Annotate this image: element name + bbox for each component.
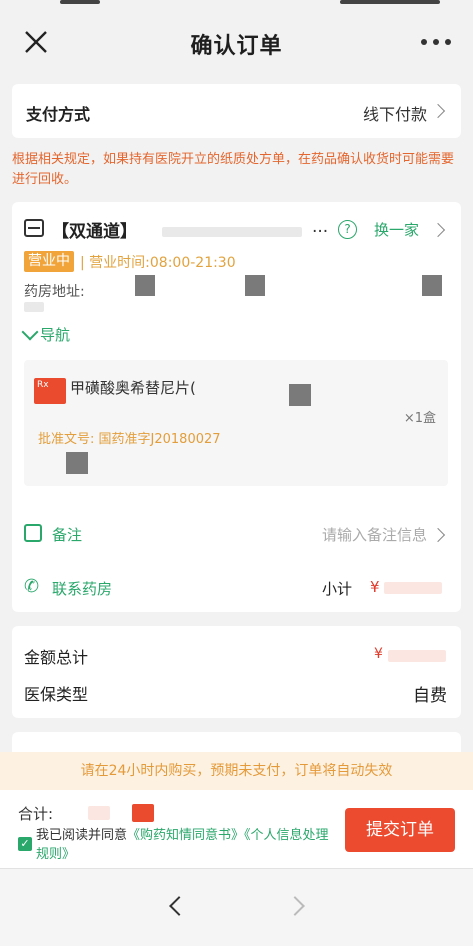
insurance-type-label: 医保类型 (24, 685, 89, 704)
redacted-address (245, 275, 265, 296)
summary-card: 金额总计 ¥ 医保类型 自费 (12, 626, 461, 718)
redacted-address (422, 275, 442, 296)
redacted-address (135, 275, 155, 296)
back-icon[interactable] (169, 896, 189, 916)
redacted-store-name (162, 227, 302, 237)
product-quantity: ×1盒 (403, 411, 436, 426)
chevron-right-icon (430, 103, 446, 119)
redacted-address (24, 302, 44, 312)
more-icon[interactable] (421, 30, 451, 54)
approval-number: 批准文号: 国药准字J20180027 (38, 428, 221, 447)
navigation-link-label: 导航 (40, 326, 71, 344)
help-icon[interactable]: ? (338, 220, 357, 239)
edit-note-icon (24, 524, 42, 542)
payment-method-row[interactable]: 支付方式 线下付款 (12, 84, 461, 138)
address-label: 药房地址: (24, 284, 85, 300)
redacted-subtotal (384, 582, 442, 594)
subtotal-value: ¥ (370, 578, 380, 596)
total-amount-label: 金额总计 (24, 648, 89, 667)
page-title: 确认订单 (190, 34, 283, 59)
agreement-checkbox[interactable]: ✓ (18, 837, 32, 851)
payment-deadline-warning: 请在24小时内购买，预期未支付，订单将自动失效 (0, 752, 473, 790)
remark-label: 备注 (52, 526, 83, 544)
redacted-total (388, 650, 446, 662)
payment-method-value: 线下付款 (362, 105, 427, 124)
footer-total-label: 合计: (18, 805, 54, 823)
approval-label: 批准文号: (38, 432, 95, 447)
agreement-prefix: 我已阅读并同意 (36, 828, 128, 843)
insurance-type-value: 自费 (413, 686, 447, 706)
forward-icon[interactable] (285, 896, 305, 916)
chevron-right-icon (430, 527, 446, 543)
status-badge: 营业中 (24, 251, 74, 272)
browser-bottom-bar (0, 868, 473, 946)
navigation-link[interactable]: 导航 (21, 323, 71, 345)
redacted-total (88, 806, 110, 820)
store-icon (24, 219, 44, 237)
navigation-arrow-icon (21, 323, 39, 341)
store-name: 【双通道】 (52, 222, 137, 242)
checkout-footer: 合计: ✓ 我已阅读并同意《购药知情同意书》《个人信息处理规则》 提交订单 (0, 790, 473, 868)
store-card: 【双通道】 ... ? 换一家 营业中 | 营业时间:08:00-21:30 药… (12, 202, 461, 612)
top-nav-bar: 确认订单 (0, 6, 473, 74)
status-bar-clip (60, 0, 100, 4)
submit-order-button[interactable]: 提交订单 (345, 808, 455, 852)
store-name-ellipsis: ... (312, 217, 329, 237)
next-card (12, 732, 461, 752)
payment-method-label: 支付方式 (26, 105, 91, 124)
rx-badge: Rx (34, 378, 66, 404)
remark-input[interactable]: 请输入备注信息 (322, 524, 427, 545)
agreement-text: 我已阅读并同意《购药知情同意书》《个人信息处理规则》 (36, 826, 336, 864)
subtotal-label: 小计 (322, 580, 353, 598)
business-hours: | 营业时间:08:00-21:30 (80, 255, 236, 271)
total-amount-value: ¥ (374, 646, 383, 662)
contact-pharmacy-button[interactable]: 联系药房 (52, 578, 112, 599)
redacted-product-spec (289, 384, 311, 406)
switch-store-button[interactable]: 换一家 (374, 219, 419, 240)
redacted-total (132, 804, 154, 822)
chevron-right-icon (430, 222, 446, 238)
product-name: 甲磺酸奥希替尼片( (70, 379, 196, 397)
redacted-product-image (66, 452, 88, 474)
product-item: Rx 甲磺酸奥希替尼片( ×1盒 批准文号: 国药准字J20180027 (24, 360, 448, 486)
status-bar-clip (340, 0, 440, 4)
approval-value: 国药准字J20180027 (98, 432, 221, 447)
prescription-notice: 根据相关规定，如果持有医院开立的纸质处方单，在药品确认收货时可能需要进行回收。 (12, 152, 455, 187)
phone-icon: ✆ (24, 576, 40, 597)
consent-link[interactable]: 《购药知情同意书》 (127, 828, 244, 843)
